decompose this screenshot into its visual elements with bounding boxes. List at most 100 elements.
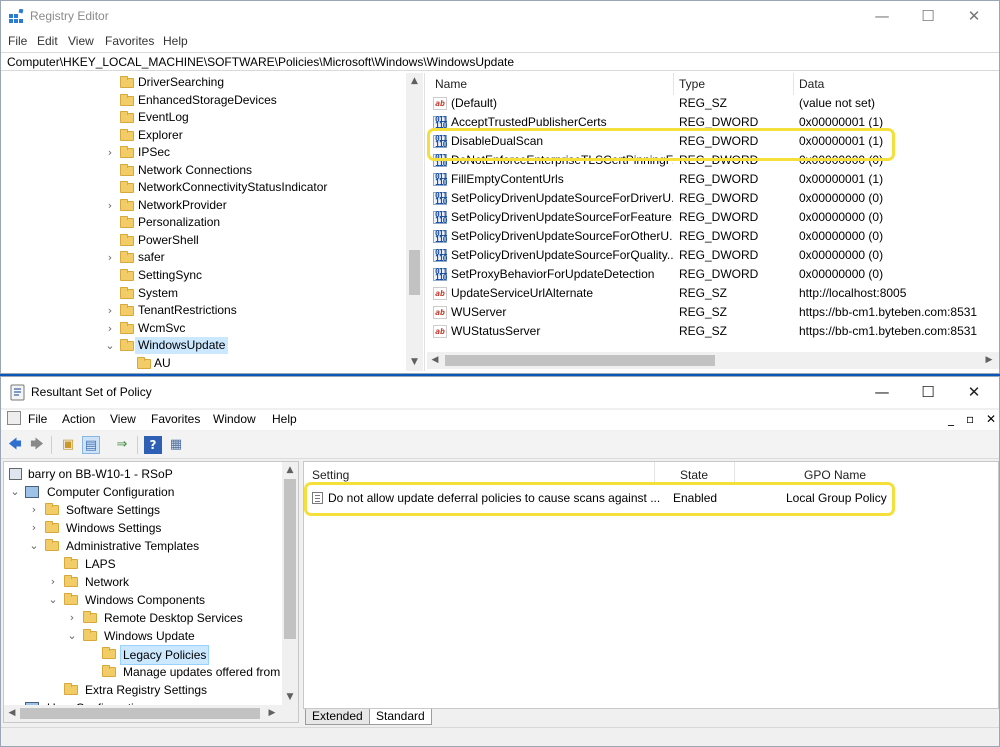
scroll-right-arrow-icon[interactable]: ▶	[983, 355, 995, 365]
tree-vertical-scrollbar[interactable]: ▲ ▼	[406, 73, 423, 371]
menu-file[interactable]: File	[28, 412, 47, 426]
expand-chevron-icon[interactable]: ›	[48, 573, 58, 591]
tree-item-windows-update[interactable]: ⌄ Windows Update	[4, 627, 284, 645]
maximize-button[interactable]: ☐	[905, 1, 951, 32]
close-button[interactable]: ✕	[951, 377, 997, 408]
value-row[interactable]: 011 110 SetProxyBehaviorForUpdateDetectio…	[427, 265, 999, 284]
value-row[interactable]: 011 110 SetPolicyDrivenUpdateSourceForFea…	[427, 208, 999, 227]
tree-item-enhancedstoragedevices[interactable]: EnhancedStorageDevices	[1, 92, 406, 109]
collapse-chevron-icon[interactable]: ⌄	[67, 627, 77, 645]
value-row[interactable]: ab WUStatusServer REG_SZ https://bb-cm1.byt…	[427, 322, 999, 341]
tree-item-safer[interactable]: › safer	[1, 249, 406, 266]
tree-item-windows-settings[interactable]: › Windows Settings	[4, 519, 284, 537]
menu-window[interactable]: Window	[213, 412, 256, 426]
menu-favorites[interactable]: Favorites	[105, 34, 154, 48]
menu-file[interactable]: File	[8, 34, 27, 48]
value-row[interactable]: ab WUServer REG_SZ https://bb-cm1.byteben.c…	[427, 303, 999, 322]
menu-edit[interactable]: Edit	[37, 34, 58, 48]
value-row[interactable]: 011 110 SetPolicyDrivenUpdateSourceForOth…	[427, 227, 999, 246]
scroll-right-arrow-icon[interactable]: ▶	[266, 708, 278, 718]
menu-favorites[interactable]: Favorites	[151, 412, 200, 426]
tree-item-tenantrestrictions[interactable]: › TenantRestrictions	[1, 302, 406, 319]
scroll-left-arrow-icon[interactable]: ◀	[6, 708, 18, 718]
close-button[interactable]: ✕	[951, 1, 997, 32]
menu-view[interactable]: View	[68, 34, 94, 48]
column-divider[interactable]	[793, 73, 794, 95]
menu-help[interactable]: Help	[272, 412, 297, 426]
scroll-thumb[interactable]	[284, 479, 296, 639]
tree-item-software-settings[interactable]: › Software Settings	[4, 501, 284, 519]
value-row[interactable]: ab (Default) REG_SZ (value not set)	[427, 94, 999, 113]
tree-item-networkprovider[interactable]: › NetworkProvider	[1, 197, 406, 214]
expand-chevron-icon[interactable]: ›	[105, 197, 115, 214]
tree-item-network[interactable]: › Network	[4, 573, 284, 591]
scroll-down-arrow-icon[interactable]: ▼	[406, 357, 423, 367]
export-list-icon[interactable]: ⇒	[113, 436, 131, 454]
collapse-chevron-icon[interactable]: ⌄	[105, 337, 115, 354]
forward-arrow-icon[interactable]: 🡆	[28, 436, 46, 454]
expand-chevron-icon[interactable]: ›	[105, 302, 115, 319]
column-header-setting[interactable]: Setting	[312, 468, 349, 482]
tree-item-networkconnectivitystatusindicator[interactable]: NetworkConnectivityStatusIndicator	[1, 179, 406, 196]
column-header-data[interactable]: Data	[799, 77, 824, 91]
menu-action[interactable]: Action	[62, 412, 95, 426]
tree-item-windowsupdate[interactable]: ⌄ WindowsUpdate	[1, 337, 406, 354]
registry-values-list[interactable]: Name Type Data ab (Default) REG_SZ (value n…	[427, 73, 999, 371]
expand-chevron-icon[interactable]: ›	[105, 249, 115, 266]
expand-chevron-icon[interactable]: ›	[29, 501, 39, 519]
collapse-chevron-icon[interactable]: ⌄	[10, 483, 20, 501]
properties-icon[interactable]: ▦	[167, 436, 185, 454]
tree-item-driversearching[interactable]: DriverSearching	[1, 74, 406, 91]
scroll-up-arrow-icon[interactable]: ▲	[406, 76, 423, 86]
value-row[interactable]: 011 110 SetPolicyDrivenUpdateSourceForQua…	[427, 246, 999, 265]
scroll-thumb[interactable]	[409, 250, 420, 295]
column-header-state[interactable]: State	[680, 468, 708, 482]
tree-item-legacy-policies[interactable]: Legacy Policies	[4, 645, 284, 665]
tree-item-network-connections[interactable]: Network Connections	[1, 162, 406, 179]
expand-chevron-icon[interactable]: ›	[105, 144, 115, 161]
tree-item-administrative-templates[interactable]: ⌄ Administrative Templates	[4, 537, 284, 555]
inner-minimize-button[interactable]: _	[948, 412, 954, 426]
registry-key-tree[interactable]: DriverSearching EnhancedStorageDevices E…	[1, 73, 425, 371]
tree-item-eventlog[interactable]: EventLog	[1, 109, 406, 126]
column-divider[interactable]	[654, 462, 655, 482]
tree-item-windows-components[interactable]: ⌄ Windows Components	[4, 591, 284, 609]
tab-extended[interactable]: Extended	[305, 709, 370, 725]
value-row[interactable]: ab UpdateServiceUrlAlternate REG_SZ http://…	[427, 284, 999, 303]
tree-item-manage-updates[interactable]: Manage updates offered from	[4, 663, 284, 681]
maximize-button[interactable]: ☐	[905, 377, 951, 408]
tree-root-rsop[interactable]: barry on BB-W10-1 - RSoP	[4, 465, 284, 483]
tree-item-computer-configuration[interactable]: ⌄ Computer Configuration	[4, 483, 284, 501]
tree-item-remote-desktop-services[interactable]: › Remote Desktop Services	[4, 609, 284, 627]
scroll-up-arrow-icon[interactable]: ▲	[282, 465, 298, 475]
expand-chevron-icon[interactable]: ›	[105, 320, 115, 337]
console-icon[interactable]	[7, 411, 21, 425]
scroll-left-arrow-icon[interactable]: ◀	[429, 355, 441, 365]
tree-vertical-scrollbar[interactable]: ▲ ▼	[282, 462, 298, 705]
expand-chevron-icon[interactable]: ›	[29, 519, 39, 537]
minimize-button[interactable]: —	[859, 377, 905, 408]
address-bar[interactable]: Computer\HKEY_LOCAL_MACHINE\SOFTWARE\Pol…	[1, 52, 999, 71]
minimize-button[interactable]: —	[859, 1, 905, 32]
column-divider[interactable]	[734, 462, 735, 482]
column-divider[interactable]	[673, 73, 674, 95]
rsop-titlebar[interactable]: Resultant Set of Policy — ☐ ✕	[1, 377, 999, 408]
tree-item-powershell[interactable]: PowerShell	[1, 232, 406, 249]
tree-item-au[interactable]: AU	[1, 355, 406, 371]
scroll-thumb[interactable]	[20, 708, 260, 719]
tree-item-system[interactable]: System	[1, 285, 406, 302]
inner-close-button[interactable]: ✕	[986, 412, 996, 426]
help-icon[interactable]: ?	[144, 436, 162, 454]
show-hide-tree-icon[interactable]: ▤	[82, 436, 100, 454]
back-arrow-icon[interactable]: 🡄	[6, 436, 24, 454]
tree-horizontal-scrollbar[interactable]: ◀ ▶	[4, 705, 298, 722]
menu-help[interactable]: Help	[163, 34, 188, 48]
value-row[interactable]: 011 110 SetPolicyDrivenUpdateSourceForDri…	[427, 189, 999, 208]
collapse-chevron-icon[interactable]: ⌄	[29, 537, 39, 555]
tree-item-wcmsvc[interactable]: › WcmSvc	[1, 320, 406, 337]
tree-item-explorer[interactable]: Explorer	[1, 127, 406, 144]
tree-item-laps[interactable]: LAPS	[4, 555, 284, 573]
tree-item-settingsync[interactable]: SettingSync	[1, 267, 406, 284]
collapse-chevron-icon[interactable]: ⌄	[48, 591, 58, 609]
column-header-name[interactable]: Name	[435, 77, 467, 91]
